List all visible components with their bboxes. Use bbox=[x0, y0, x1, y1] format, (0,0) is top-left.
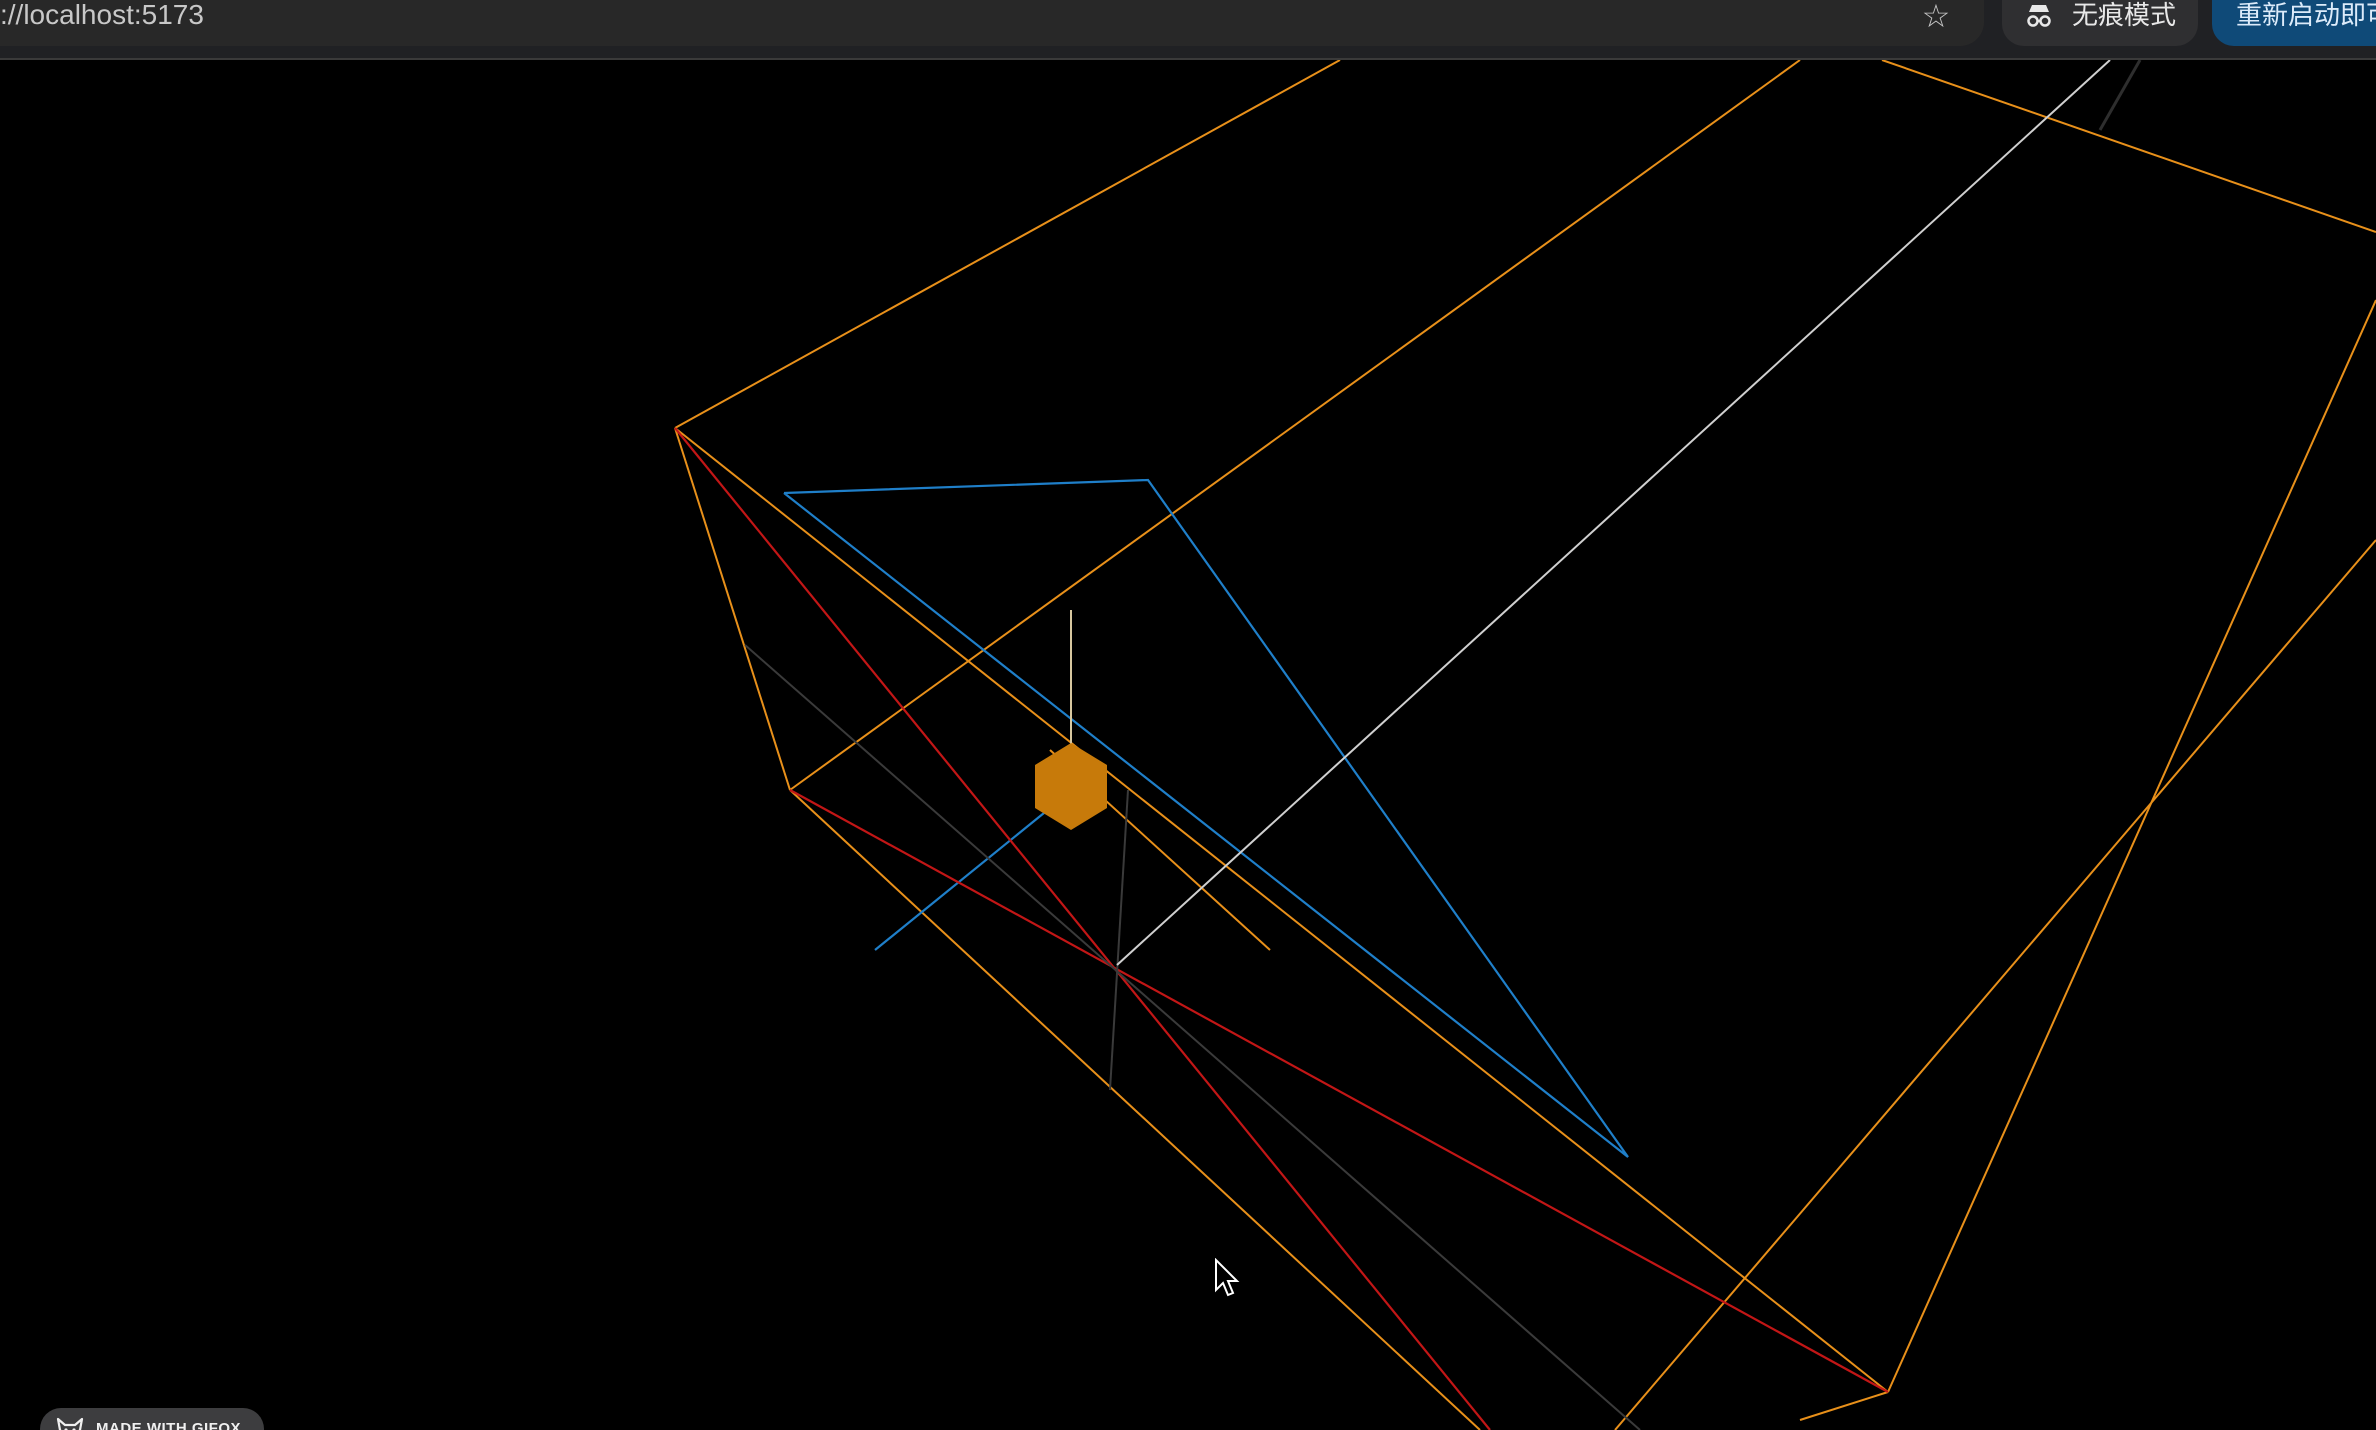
gifox-label: MADE WITH GIFOX bbox=[96, 1420, 241, 1430]
gifox-watermark: MADE WITH GIFOX bbox=[40, 1408, 264, 1430]
gifox-fox-icon bbox=[56, 1417, 84, 1430]
browser-toolbar: ://localhost:5173 ☆ 无痕模式 重新启动即可 bbox=[0, 0, 2376, 60]
address-bar[interactable]: ://localhost:5173 ☆ bbox=[0, 0, 1984, 46]
shadow-lines bbox=[744, 644, 1641, 1430]
image-plane bbox=[783, 478, 1629, 1158]
bookmark-star-icon[interactable]: ☆ bbox=[1916, 0, 1956, 32]
camera-frustum bbox=[674, 60, 2376, 1430]
webgl-canvas[interactable]: MADE WITH GIFOX bbox=[0, 60, 2376, 1430]
axis-dark bbox=[2098, 60, 2142, 131]
incognito-icon bbox=[2027, 5, 2051, 27]
address-url[interactable]: ://localhost:5173 bbox=[0, 0, 204, 30]
ray-lines bbox=[674, 427, 1889, 1430]
relaunch-button[interactable]: 重新启动即可 bbox=[2212, 0, 2376, 46]
mouse-cursor-icon bbox=[1215, 1258, 1240, 1297]
camera-marker[interactable] bbox=[1035, 743, 1107, 830]
incognito-label: 无痕模式 bbox=[2072, 0, 2177, 30]
wireframe-scene bbox=[674, 60, 2376, 1430]
incognito-indicator[interactable]: 无痕模式 bbox=[2002, 0, 2198, 46]
relaunch-label: 重新启动即可 bbox=[2236, 0, 2376, 30]
